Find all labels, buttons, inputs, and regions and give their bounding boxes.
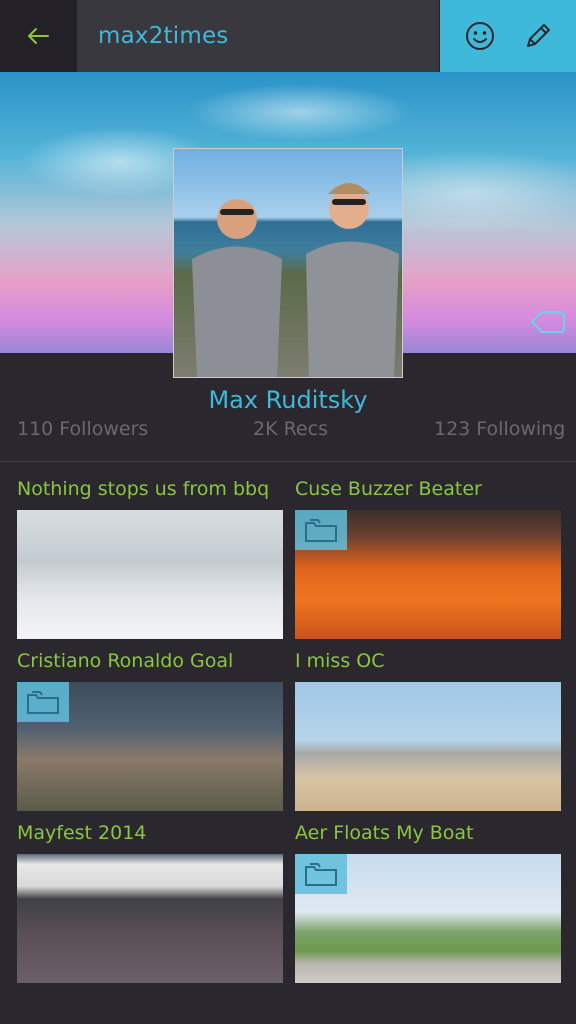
profile-stats: 110 Followers 2K Recs 123 Following <box>0 418 576 442</box>
post-thumbnail[interactable] <box>17 682 283 811</box>
back-button[interactable] <box>0 0 76 72</box>
post-card[interactable]: Cuse Buzzer Beater <box>295 476 561 639</box>
person-figure <box>192 199 282 377</box>
post-title: I miss OC <box>295 650 385 672</box>
post-card[interactable]: Aer Floats My Boat <box>295 820 561 983</box>
gallery-icon <box>17 682 69 722</box>
username-title-box: max2times <box>77 0 439 72</box>
profile-avatar[interactable] <box>173 148 403 378</box>
post-thumbnail[interactable] <box>295 854 561 983</box>
post-thumbnail[interactable] <box>17 510 283 639</box>
post-title: Mayfest 2014 <box>17 822 147 844</box>
divider <box>0 461 576 462</box>
pencil-icon[interactable] <box>520 18 556 54</box>
profile-name: Max Ruditsky <box>208 386 368 414</box>
recs-count[interactable]: 2K Recs <box>253 418 328 440</box>
post-thumbnail[interactable] <box>295 510 561 639</box>
post-card[interactable]: Nothing stops us from bbq <box>17 476 283 639</box>
post-card[interactable]: I miss OC <box>295 648 561 811</box>
tag-icon[interactable] <box>530 310 566 334</box>
post-thumbnail[interactable] <box>17 854 283 983</box>
post-thumbnail[interactable] <box>295 682 561 811</box>
gallery-icon <box>295 510 347 550</box>
top-bar: max2times <box>0 0 576 72</box>
post-title: Aer Floats My Boat <box>295 822 474 844</box>
gallery-icon <box>295 854 347 894</box>
back-arrow-icon <box>28 28 49 44</box>
person-figure <box>306 183 399 377</box>
post-title: Cuse Buzzer Beater <box>295 478 482 500</box>
post-title: Nothing stops us from bbq <box>17 478 270 500</box>
post-title: Cristiano Ronaldo Goal <box>17 650 234 672</box>
post-card[interactable]: Cristiano Ronaldo Goal <box>17 648 283 811</box>
username-title: max2times <box>98 23 229 49</box>
post-card[interactable]: Mayfest 2014 <box>17 820 283 983</box>
followers-count[interactable]: 110 Followers <box>17 418 148 440</box>
following-count[interactable]: 123 Following <box>434 418 565 440</box>
action-bar <box>440 0 576 72</box>
smiley-icon[interactable] <box>462 18 498 54</box>
